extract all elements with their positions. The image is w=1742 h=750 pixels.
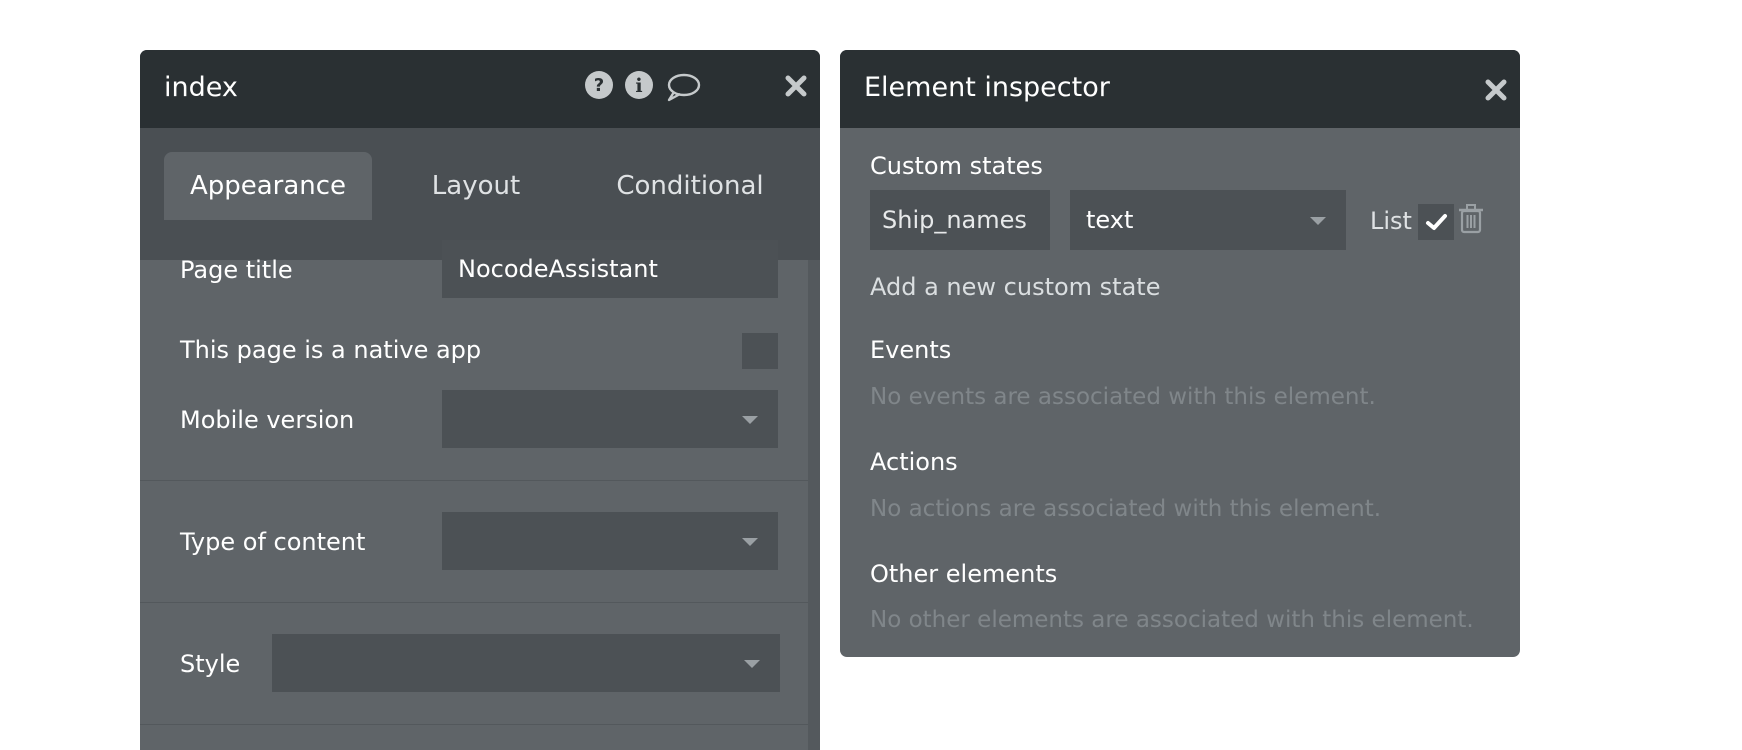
chevron-down-icon bbox=[742, 416, 758, 424]
tab-layout[interactable]: Layout bbox=[372, 152, 580, 220]
scrollbar[interactable] bbox=[808, 260, 820, 750]
svg-text:?: ? bbox=[594, 75, 604, 96]
list-checkbox[interactable] bbox=[1418, 204, 1454, 240]
chevron-down-icon bbox=[742, 538, 758, 546]
close-icon[interactable] bbox=[784, 74, 808, 98]
custom-states-heading: Custom states bbox=[870, 152, 1043, 180]
section-divider bbox=[140, 480, 808, 481]
type-of-content-dropdown[interactable] bbox=[442, 512, 778, 570]
chevron-down-icon bbox=[744, 660, 760, 668]
style-label: Style bbox=[180, 650, 241, 678]
actions-empty-text: No actions are associated with this elem… bbox=[870, 496, 1382, 522]
info-circle-icon[interactable]: i bbox=[624, 70, 654, 100]
custom-state-type-value: text bbox=[1086, 206, 1134, 234]
events-heading: Events bbox=[870, 336, 952, 364]
native-app-checkbox[interactable] bbox=[742, 333, 778, 369]
inspector-title: Element inspector bbox=[864, 72, 1110, 103]
page-title-label: Page title bbox=[180, 256, 293, 284]
close-icon[interactable] bbox=[1484, 78, 1508, 102]
actions-heading: Actions bbox=[870, 448, 958, 476]
tab-appearance[interactable]: Appearance bbox=[164, 152, 372, 220]
inspector-header[interactable]: Element inspector bbox=[840, 50, 1520, 128]
element-inspector: Element inspector Custom states Ship_nam… bbox=[840, 50, 1520, 657]
events-empty-text: No events are associated with this eleme… bbox=[870, 384, 1376, 410]
comment-icon[interactable] bbox=[665, 72, 701, 102]
editor-header[interactable]: index ? i bbox=[140, 50, 820, 128]
page-title-input[interactable]: NocodeAssistant bbox=[442, 240, 778, 298]
native-app-label: This page is a native app bbox=[180, 336, 482, 364]
other-elements-heading: Other elements bbox=[870, 560, 1058, 588]
trash-icon[interactable] bbox=[1458, 204, 1484, 238]
page-property-editor: index ? i Appearance Layout Conditional … bbox=[140, 50, 820, 750]
question-circle-icon[interactable]: ? bbox=[584, 70, 614, 100]
checkmark-icon bbox=[1426, 214, 1447, 230]
other-elements-empty-text: No other elements are associated with th… bbox=[870, 607, 1474, 633]
editor-title: index bbox=[164, 72, 238, 103]
mobile-version-label: Mobile version bbox=[180, 406, 355, 434]
section-divider bbox=[140, 602, 808, 603]
mobile-version-dropdown[interactable] bbox=[442, 390, 778, 448]
svg-text:i: i bbox=[635, 75, 642, 97]
style-dropdown[interactable] bbox=[272, 634, 780, 692]
add-custom-state-link[interactable]: Add a new custom state bbox=[870, 273, 1160, 301]
list-label: List bbox=[1370, 207, 1412, 235]
custom-state-name-input[interactable]: Ship_names bbox=[870, 190, 1050, 250]
chevron-down-icon bbox=[1310, 217, 1326, 225]
tab-conditional[interactable]: Conditional bbox=[580, 152, 800, 220]
type-of-content-label: Type of content bbox=[180, 528, 366, 556]
section-divider bbox=[140, 724, 808, 725]
custom-state-type-dropdown[interactable]: text bbox=[1070, 190, 1346, 250]
